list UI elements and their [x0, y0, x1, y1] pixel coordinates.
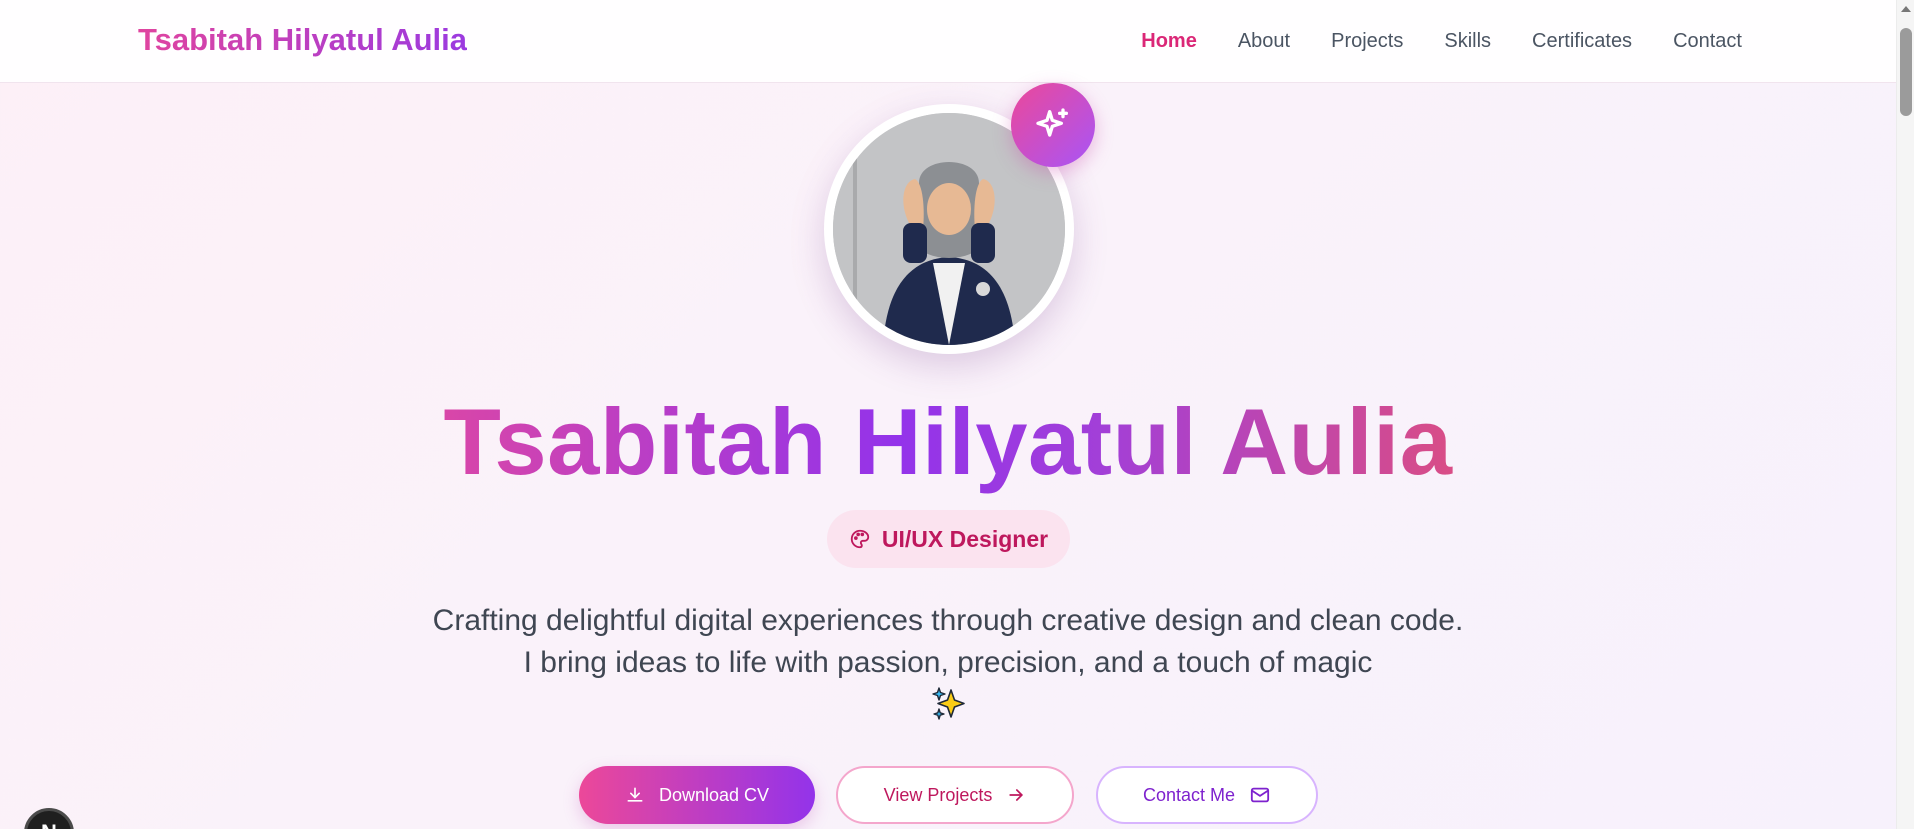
- view-projects-button[interactable]: View Projects: [836, 766, 1074, 824]
- brand-logo[interactable]: Tsabitah Hilyatul Aulia: [138, 22, 467, 58]
- nav-link-home[interactable]: Home: [1141, 30, 1197, 53]
- nav-link-projects[interactable]: Projects: [1331, 30, 1403, 53]
- sparkles-icon: [1036, 108, 1068, 137]
- download-icon: [627, 787, 643, 802]
- mail-icon: [1250, 787, 1270, 803]
- scroll-up-arrow-icon[interactable]: [1901, 6, 1911, 12]
- download-cv-button[interactable]: Download CV: [579, 766, 815, 824]
- arrow-right-icon: [1009, 789, 1024, 801]
- sparkles-emoji-icon: [930, 685, 968, 728]
- page-scrollbar[interactable]: [1896, 0, 1914, 829]
- palette-icon: [850, 529, 870, 549]
- scrollbar-thumb[interactable]: [1900, 28, 1912, 116]
- contact-me-label: Contact Me: [1142, 784, 1236, 805]
- contact-me-button[interactable]: Contact Me: [1096, 766, 1318, 824]
- hero-name-text: Tsabitah Hilyatul Aulia: [443, 389, 1453, 494]
- nav-link-certificates[interactable]: Certificates: [1532, 30, 1632, 53]
- role-badge: UI/UX Designer: [827, 510, 1070, 568]
- view-projects-label: View Projects: [883, 784, 993, 805]
- nav-link-skills[interactable]: Skills: [1444, 30, 1491, 53]
- dev-tools-badge[interactable]: N: [24, 808, 74, 829]
- sparkles-emoji-graphic: [932, 687, 965, 720]
- nav-link-about[interactable]: About: [1238, 30, 1290, 53]
- download-cv-label: Download CV: [658, 784, 770, 805]
- nav-links: Home About Projects Skills Certificates …: [1141, 0, 1742, 83]
- sparkle-badge: [1011, 83, 1095, 167]
- navbar: Tsabitah Hilyatul Aulia Home About Proje…: [0, 0, 1896, 83]
- hero-tagline: Crafting delightful digital experiences …: [432, 604, 1464, 679]
- role-text: UI/UX Designer: [881, 525, 1049, 552]
- hero-name-heading: Tsabitah Hilyatul Aulia: [0, 388, 1896, 496]
- nav-link-contact[interactable]: Contact: [1673, 30, 1742, 53]
